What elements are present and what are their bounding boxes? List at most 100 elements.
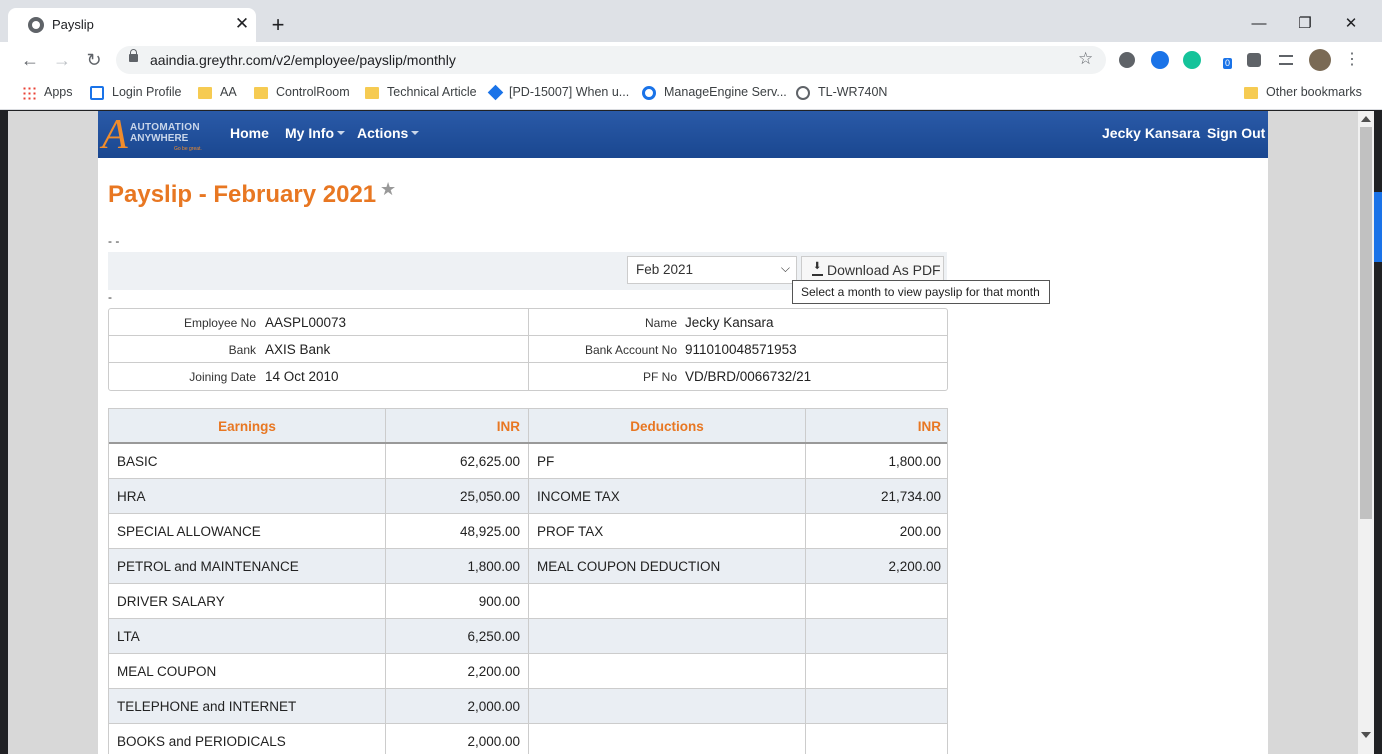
table-row: SPECIAL ALLOWANCE 48,925.00 PROF TAX 200.00 <box>109 514 947 549</box>
nav-my-info[interactable]: My Info <box>285 125 345 141</box>
table-cell <box>529 689 806 723</box>
new-tab-button[interactable]: + <box>266 13 290 37</box>
scrollbar-thumb[interactable] <box>1360 127 1372 519</box>
table-cell: 1,800.00 <box>386 549 529 583</box>
user-name-link[interactable]: Jecky Kansara <box>1102 125 1200 141</box>
top-navbar: A AUTOMATION ANYWHERE Go be great. Home … <box>98 111 1268 158</box>
info-cell: Name Jecky Kansara <box>529 309 949 336</box>
globe-icon <box>796 85 810 100</box>
table-cell: 2,200.00 <box>386 654 529 688</box>
table-cell: 48,925.00 <box>386 514 529 548</box>
bookmark-pd-15007[interactable]: [PD-15007] When u... <box>487 84 629 103</box>
earning-amount: 2,200.00 <box>467 664 520 679</box>
bookmark-tl-wr740n[interactable]: TL-WR740N <box>796 85 887 103</box>
deduction-amount: 1,800.00 <box>888 454 941 469</box>
bookmark-technical-article[interactable]: Technical Article <box>365 85 477 103</box>
table-cell: PETROL and MAINTENANCE <box>109 549 386 583</box>
employee-no-label: Employee No <box>183 316 256 330</box>
pf-no-label: PF No <box>642 370 677 384</box>
employee-info-table: Employee No AASPL00073 Name Jecky Kansar… <box>108 308 948 391</box>
bank-value: AXIS Bank <box>265 342 331 357</box>
info-cell: Bank AXIS Bank <box>109 336 529 363</box>
pf-no-value: VD/BRD/0066732/21 <box>685 369 812 384</box>
bookmark-other[interactable]: Other bookmarks <box>1244 85 1362 103</box>
diamond-icon <box>487 84 504 101</box>
info-row: Joining Date 14 Oct 2010 PF No VD/BRD/00… <box>109 363 947 390</box>
info-row: Bank AXIS Bank Bank Account No 911010048… <box>109 336 947 363</box>
table-cell: INCOME TAX <box>529 479 806 513</box>
earning-name: BOOKS and PERIODICALS <box>117 734 286 749</box>
table-cell: BASIC <box>109 444 386 478</box>
page-scrollbar[interactable] <box>1358 111 1374 754</box>
browser-toolbar: ← → ↻ aaindia.greythr.com/v2/employee/pa… <box>0 42 1382 78</box>
table-cell: MEAL COUPON DEDUCTION <box>529 549 806 583</box>
extension-icon[interactable]: 0 <box>1215 51 1233 69</box>
bookmark-login-profile[interactable]: Login Profile <box>90 85 182 103</box>
table-cell: 21,734.00 <box>806 479 949 513</box>
earning-amount: 62,625.00 <box>459 454 520 469</box>
table-cell <box>806 724 949 754</box>
bookmarks-bar: Apps Login Profile AA ControlRoom Techni… <box>0 78 1382 110</box>
address-bar[interactable]: aaindia.greythr.com/v2/employee/payslip/… <box>116 46 1106 74</box>
earning-amount: 25,050.00 <box>459 489 520 504</box>
table-row: TELEPHONE and INTERNET 2,000.00 <box>109 689 947 724</box>
separator-text: - <box>108 290 112 304</box>
table-row: LTA 6,250.00 <box>109 619 947 654</box>
table-body: BASIC 62,625.00 PF 1,800.00 HRA 25,050.00 INCO… <box>109 444 947 754</box>
earning-name: TELEPHONE and INTERNET <box>117 699 297 714</box>
extension-icon[interactable] <box>1151 51 1169 69</box>
earnings-inr-header: INR <box>496 419 520 434</box>
window-edge <box>0 111 8 754</box>
reload-icon[interactable]: ↻ <box>81 47 107 73</box>
table-cell: PROF TAX <box>529 514 806 548</box>
nav-home[interactable]: Home <box>230 125 269 141</box>
sign-out-link[interactable]: Sign Out <box>1207 125 1265 141</box>
close-tab-icon[interactable]: ✕ <box>232 14 252 34</box>
scroll-down-arrow-icon[interactable] <box>1361 732 1371 738</box>
company-logo[interactable]: A AUTOMATION ANYWHERE Go be great. <box>102 113 214 157</box>
table-cell: 200.00 <box>806 514 949 548</box>
bookmark-manageengine[interactable]: ManageEngine Serv... <box>642 85 787 103</box>
minimize-button[interactable]: — <box>1236 10 1282 38</box>
lock-icon[interactable] <box>129 49 138 62</box>
bookmark-apps[interactable]: Apps <box>22 85 73 103</box>
info-row: Employee No AASPL00073 Name Jecky Kansar… <box>109 309 947 336</box>
employee-no-value: AASPL00073 <box>265 315 347 330</box>
kebab-menu-icon[interactable]: ⋮ <box>1339 47 1365 73</box>
earnings-deductions-table: Earnings INR Deductions INR BASIC 62,625.… <box>108 408 948 754</box>
bookmark-controlroom[interactable]: ControlRoom <box>254 85 350 103</box>
grammarly-icon[interactable] <box>1183 51 1201 69</box>
ring-icon <box>642 85 656 100</box>
deduction-name: PROF TAX <box>537 524 604 539</box>
table-row: BOOKS and PERIODICALS 2,000.00 <box>109 724 947 754</box>
extension-badge: 0 <box>1223 58 1233 69</box>
restore-button[interactable]: ❐ <box>1282 10 1328 38</box>
back-arrow-icon[interactable]: ← <box>17 47 43 73</box>
table-cell: LTA <box>109 619 386 653</box>
table-cell: SPECIAL ALLOWANCE <box>109 514 386 548</box>
window-close-button[interactable]: ✕ <box>1328 10 1374 38</box>
earning-amount: 2,000.00 <box>467 699 520 714</box>
separator-text: - - <box>108 234 120 248</box>
url-text[interactable]: aaindia.greythr.com/v2/employee/payslip/… <box>150 52 456 68</box>
table-cell <box>806 689 949 723</box>
earning-name: PETROL and MAINTENANCE <box>117 559 299 574</box>
bookmark-star-icon[interactable]: ☆ <box>1078 49 1093 69</box>
earning-name: MEAL COUPON <box>117 664 217 679</box>
avatar[interactable] <box>1309 49 1331 71</box>
bank-account-label: Bank Account No <box>584 343 677 357</box>
scroll-up-arrow-icon[interactable] <box>1361 116 1371 122</box>
extension-icon[interactable] <box>1119 52 1135 68</box>
bookmark-aa[interactable]: AA <box>198 85 237 103</box>
tab-payslip[interactable]: Payslip ✕ <box>8 8 256 42</box>
favorite-star-icon[interactable]: ★ <box>380 179 396 200</box>
puzzle-icon[interactable] <box>1247 53 1261 67</box>
page-viewport: A AUTOMATION ANYWHERE Go be great. Home … <box>8 111 1358 754</box>
reading-list-icon[interactable] <box>1279 55 1293 65</box>
month-select[interactable]: Feb 2021 ⌵ <box>627 256 797 284</box>
forward-arrow-icon[interactable]: → <box>49 47 75 73</box>
name-value: Jecky Kansara <box>685 315 774 330</box>
earning-name: LTA <box>117 629 140 644</box>
chevron-down-icon <box>337 131 345 135</box>
nav-actions[interactable]: Actions <box>357 125 420 141</box>
